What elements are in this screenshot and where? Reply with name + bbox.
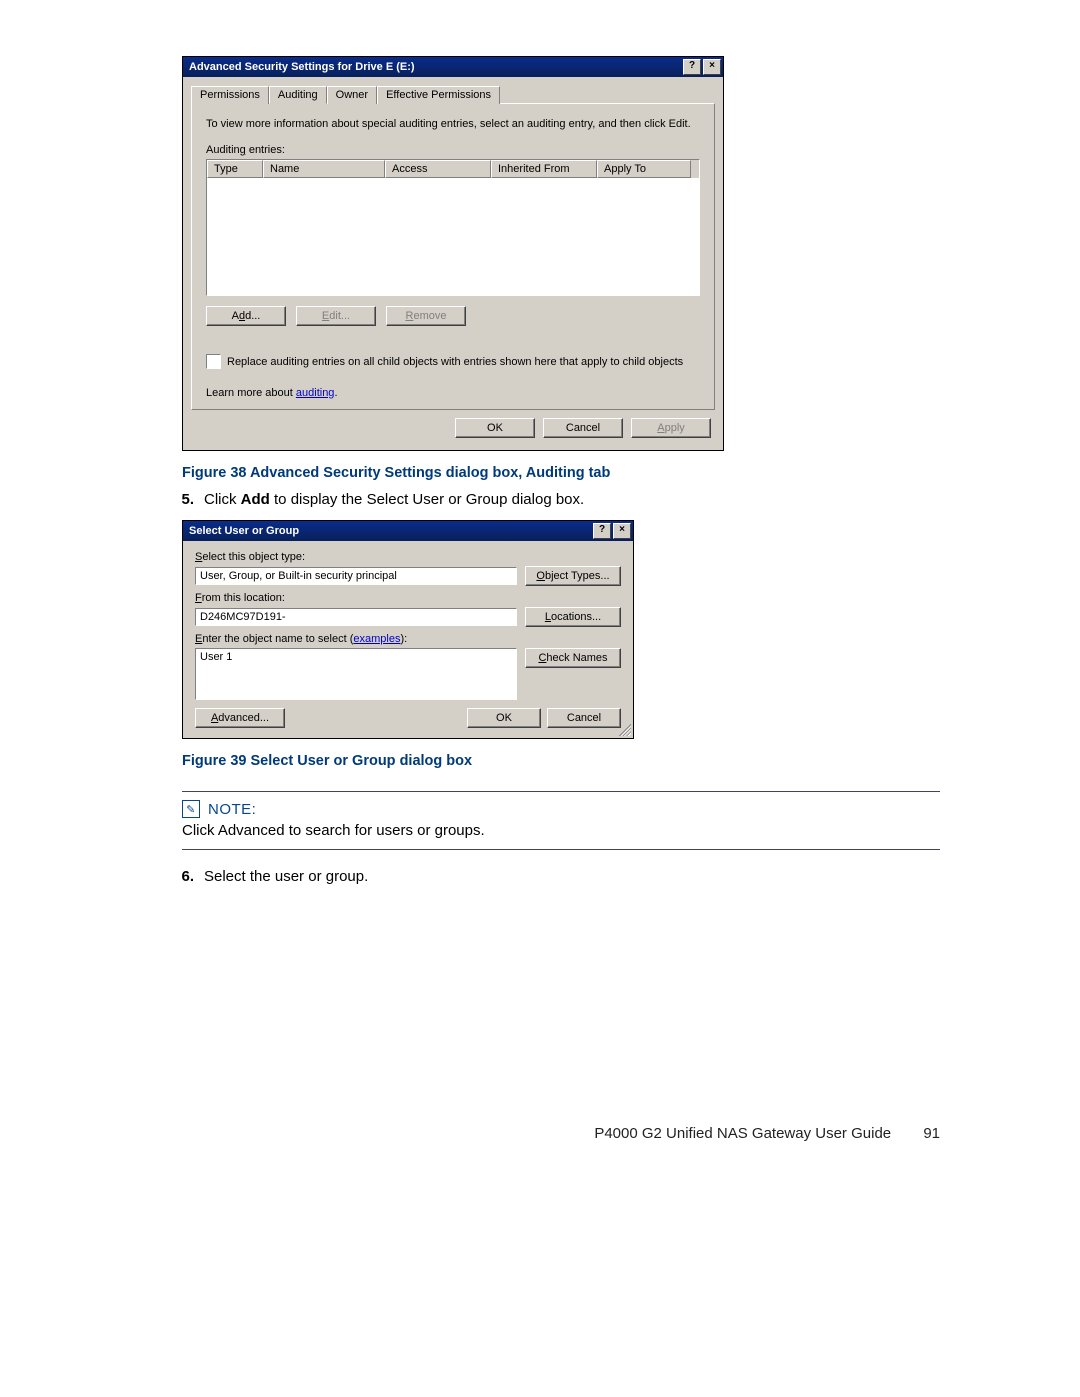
edit-button: Edit... (296, 306, 376, 326)
close-icon[interactable]: × (613, 523, 631, 539)
object-types-button[interactable]: Object Types... (525, 566, 621, 586)
object-type-label: Select this object type: (195, 551, 621, 563)
resize-grip-icon[interactable] (619, 724, 631, 736)
dialog-title: Select User or Group (189, 525, 299, 537)
auditing-instruction: To view more information about special a… (206, 118, 700, 130)
location-label: From this location: (195, 592, 621, 604)
close-icon[interactable]: × (703, 59, 721, 75)
col-type[interactable]: Type (207, 160, 263, 178)
dialog-titlebar: Select User or Group ? × (183, 521, 633, 541)
figure-39-caption: Figure 39 Select User or Group dialog bo… (182, 753, 940, 769)
select-user-group-dialog: Select User or Group ? × Select this obj… (182, 520, 634, 739)
note-icon: ✎ (182, 800, 200, 818)
locations-button[interactable]: Locations... (525, 607, 621, 627)
tab-effective-permissions[interactable]: Effective Permissions (377, 86, 500, 104)
col-name[interactable]: Name (263, 160, 385, 178)
step-number: 6. (170, 868, 194, 885)
examples-link[interactable]: examples (353, 633, 400, 645)
add-button[interactable]: Add... (206, 306, 286, 326)
check-names-button[interactable]: Check Names (525, 648, 621, 668)
ok-button[interactable]: OK (467, 708, 541, 728)
advanced-security-dialog: Advanced Security Settings for Drive E (… (182, 56, 724, 451)
learn-more: Learn more about auditing. (206, 387, 700, 399)
cancel-button[interactable]: Cancel (547, 708, 621, 728)
advanced-button[interactable]: Advanced... (195, 708, 285, 728)
auditing-link[interactable]: auditing (296, 387, 335, 399)
step-6: 6. Select the user or group. (170, 868, 940, 885)
step-number: 5. (170, 491, 194, 508)
col-inherited-from[interactable]: Inherited From (491, 160, 597, 178)
help-icon[interactable]: ? (593, 523, 611, 539)
note: ✎ NOTE: Click Advanced to search for use… (182, 791, 940, 850)
col-apply-to[interactable]: Apply To (597, 160, 691, 178)
object-name-label: Enter the object name to select (example… (195, 633, 621, 645)
dialog-titlebar: Advanced Security Settings for Drive E (… (183, 57, 723, 77)
tab-owner[interactable]: Owner (327, 86, 377, 104)
cancel-button[interactable]: Cancel (543, 418, 623, 438)
page-footer: P4000 G2 Unified NAS Gateway User Guide … (170, 1125, 940, 1142)
object-type-field: User, Group, or Built-in security princi… (195, 567, 517, 585)
ok-button[interactable]: OK (455, 418, 535, 438)
figure-38-caption: Figure 38 Advanced Security Settings dia… (182, 465, 940, 481)
tab-strip: Permissions Auditing Owner Effective Per… (191, 85, 715, 103)
auditing-panel: To view more information about special a… (191, 103, 715, 410)
page-number: 91 (923, 1125, 940, 1142)
tab-auditing[interactable]: Auditing (269, 86, 327, 104)
note-label: NOTE: (208, 801, 256, 818)
tab-permissions[interactable]: Permissions (191, 86, 269, 104)
remove-button: Remove (386, 306, 466, 326)
replace-entries-label: Replace auditing entries on all child ob… (227, 356, 683, 368)
auditing-entries-list[interactable]: Type Name Access Inherited From Apply To (206, 159, 700, 296)
apply-button: Apply (631, 418, 711, 438)
replace-entries-checkbox[interactable] (206, 354, 221, 369)
note-text: Click Advanced to search for users or gr… (182, 822, 940, 839)
help-icon[interactable]: ? (683, 59, 701, 75)
location-field: D246MC97D191- (195, 608, 517, 626)
col-access[interactable]: Access (385, 160, 491, 178)
dialog-title: Advanced Security Settings for Drive E (… (189, 61, 415, 73)
step-5: 5. Click Add to display the Select User … (170, 491, 940, 508)
entries-label: Auditing entries: (206, 144, 700, 156)
object-name-input[interactable]: User 1 (195, 648, 517, 700)
